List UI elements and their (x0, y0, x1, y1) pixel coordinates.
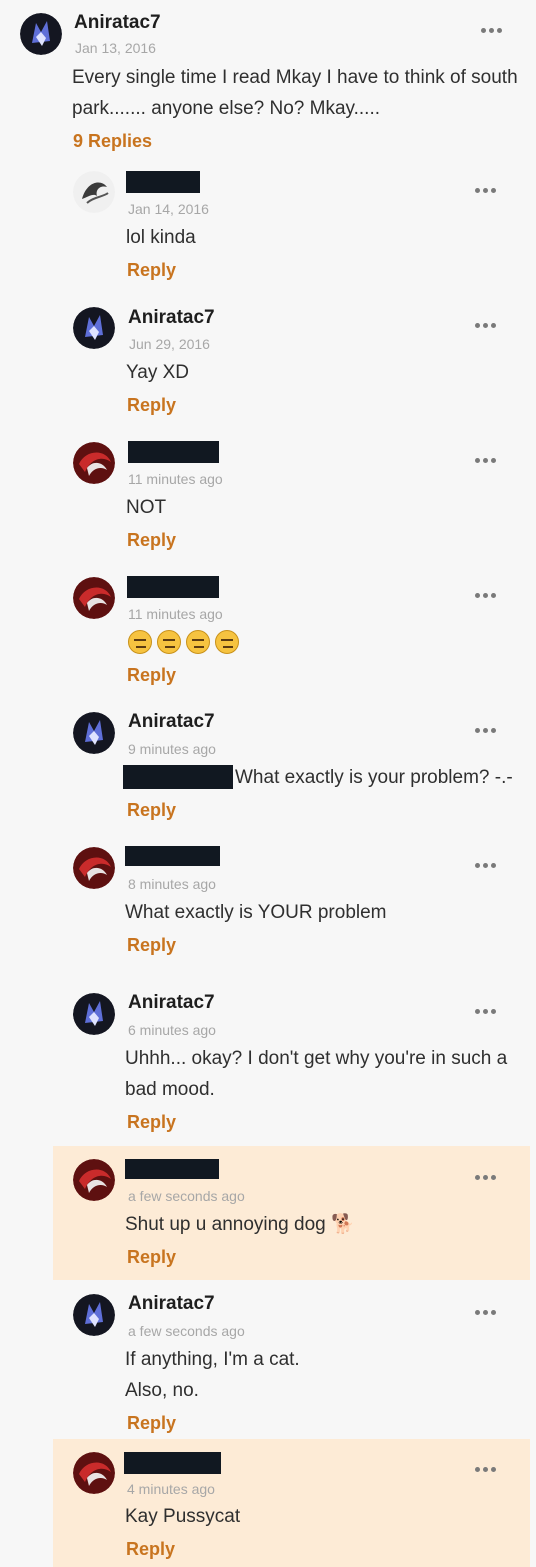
reply-time: 6 minutes ago (128, 1022, 216, 1038)
reply-button[interactable]: Reply (126, 1539, 175, 1560)
reply-text: Also, no. (125, 1380, 199, 1401)
fairy-tail-avatar-icon (73, 171, 115, 213)
reply-time: 4 minutes ago (127, 1481, 215, 1497)
redacted-author (124, 1452, 221, 1474)
redacted-author (127, 576, 219, 598)
more-options-icon[interactable] (481, 23, 507, 37)
reply-button[interactable]: Reply (127, 800, 176, 821)
avatar[interactable] (73, 993, 115, 1035)
reply-button[interactable]: Reply (127, 1247, 176, 1268)
more-options-icon[interactable] (475, 318, 501, 332)
redacted-mention (123, 765, 233, 789)
avatar[interactable] (73, 577, 115, 619)
reply-time: 11 minutes ago (128, 606, 223, 622)
reply-text: What exactly is your problem? -.- (235, 767, 513, 788)
reply-text: lol kinda (126, 227, 196, 248)
avatar[interactable] (73, 1159, 115, 1201)
fox-avatar-icon (73, 307, 115, 349)
avatar[interactable] (73, 442, 115, 484)
reply-button[interactable]: Reply (127, 1413, 176, 1434)
red-mask-avatar-icon (73, 847, 115, 889)
comment-text: Every single time I read Mkay I have to … (72, 67, 518, 88)
comment-time: Jan 13, 2016 (75, 40, 156, 56)
more-options-icon[interactable] (475, 1305, 501, 1319)
reply-button[interactable]: Reply (127, 935, 176, 956)
avatar[interactable] (73, 171, 115, 213)
avatar[interactable] (73, 307, 115, 349)
redacted-author (128, 441, 219, 463)
avatar[interactable] (73, 847, 115, 889)
fox-avatar-icon (73, 993, 115, 1035)
reply-time: 11 minutes ago (128, 471, 223, 487)
reply-time: a few seconds ago (128, 1323, 245, 1339)
redacted-author (126, 171, 200, 193)
reply-emoji-text (128, 630, 239, 654)
reply-text: If anything, I'm a cat. (125, 1349, 300, 1370)
reply-text: NOT (126, 497, 167, 518)
more-options-icon[interactable] (475, 1462, 501, 1476)
comment-text: park....... anyone else? No? Mkay..... (72, 98, 381, 119)
avatar[interactable] (73, 712, 115, 754)
reply-author[interactable]: Aniratac7 (128, 1293, 215, 1315)
comment-author[interactable]: Aniratac7 (74, 12, 161, 34)
expressionless-face-icon (215, 630, 239, 654)
replies-count-link[interactable]: 9 Replies (73, 131, 152, 152)
more-options-icon[interactable] (475, 858, 501, 872)
reply-time: 8 minutes ago (128, 876, 216, 892)
reply-time: a few seconds ago (128, 1188, 245, 1204)
more-options-icon[interactable] (475, 183, 501, 197)
red-mask-avatar-icon (73, 442, 115, 484)
reply-button[interactable]: Reply (127, 395, 176, 416)
avatar[interactable] (73, 1452, 115, 1494)
expressionless-face-icon (186, 630, 210, 654)
reply-time: 9 minutes ago (128, 741, 216, 757)
reply-text: Shut up u annoying dog 🐕 (125, 1214, 355, 1235)
reply-button[interactable]: Reply (127, 530, 176, 551)
reply-text: Uhhh... okay? I don't get why you're in … (125, 1048, 508, 1069)
red-mask-avatar-icon (73, 577, 115, 619)
avatar[interactable] (20, 13, 62, 55)
red-mask-avatar-icon (73, 1452, 115, 1494)
redacted-author (125, 1159, 219, 1179)
reply-button[interactable]: Reply (127, 1112, 176, 1133)
reply-button[interactable]: Reply (127, 665, 176, 686)
fox-avatar-icon (20, 13, 62, 55)
reply-text: Yay XD (126, 362, 190, 383)
reply-author[interactable]: Aniratac7 (128, 711, 215, 733)
avatar[interactable] (73, 1294, 115, 1336)
fox-avatar-icon (73, 712, 115, 754)
reply-author[interactable]: Aniratac7 (128, 307, 215, 329)
red-mask-avatar-icon (73, 1159, 115, 1201)
reply-time: Jan 14, 2016 (128, 201, 209, 217)
reply-time: Jun 29, 2016 (129, 336, 210, 352)
more-options-icon[interactable] (475, 1170, 501, 1184)
more-options-icon[interactable] (475, 588, 501, 602)
reply-text: Kay Pussycat (125, 1506, 241, 1527)
more-options-icon[interactable] (475, 1004, 501, 1018)
expressionless-face-icon (128, 630, 152, 654)
redacted-author (125, 846, 220, 866)
more-options-icon[interactable] (475, 723, 501, 737)
reply-text: What exactly is YOUR problem (125, 902, 387, 923)
reply-button[interactable]: Reply (127, 260, 176, 281)
more-options-icon[interactable] (475, 453, 501, 467)
expressionless-face-icon (157, 630, 181, 654)
reply-text: bad mood. (125, 1079, 215, 1100)
reply-author[interactable]: Aniratac7 (128, 992, 215, 1014)
fox-avatar-icon (73, 1294, 115, 1336)
